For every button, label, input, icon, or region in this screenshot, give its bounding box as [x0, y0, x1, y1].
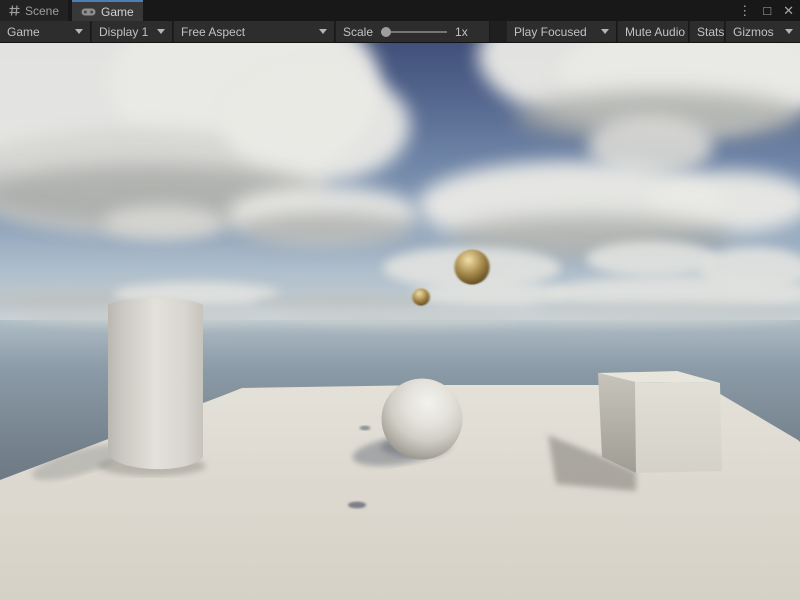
mute-audio-label: Mute Audio	[625, 25, 685, 39]
chevron-down-icon	[319, 29, 327, 34]
unity-editor-window: Scene Game ⋮ □ ✕ Game Display 1	[0, 0, 800, 600]
gizmos-dropdown[interactable]: Gizmos	[726, 21, 800, 42]
gizmos-label: Gizmos	[733, 25, 774, 39]
scale-label: Scale	[343, 25, 373, 39]
scale-slider[interactable]	[381, 27, 447, 37]
chevron-down-icon	[785, 29, 793, 34]
gold-sphere-large	[454, 249, 489, 284]
tab-game-label: Game	[101, 5, 134, 19]
game-mode-dropdown-label: Game	[7, 25, 40, 39]
gold-sphere-small	[412, 288, 429, 305]
game-view-toolbar: Game Display 1 Free Aspect Scale 1x Play…	[0, 21, 800, 43]
scene-objects	[0, 43, 800, 600]
close-icon[interactable]: ✕	[777, 3, 800, 19]
scene-grid-icon	[9, 5, 20, 16]
game-mode-dropdown[interactable]: Game	[0, 21, 91, 42]
stats-label: Stats	[697, 25, 724, 39]
cylinder	[108, 298, 203, 469]
display-dropdown-label: Display 1	[99, 25, 148, 39]
cube-front-face	[635, 382, 722, 473]
play-focused-label: Play Focused	[514, 25, 587, 39]
white-sphere	[382, 379, 463, 460]
mute-audio-button[interactable]: Mute Audio	[618, 21, 689, 42]
chevron-down-icon	[601, 29, 609, 34]
scale-control: Scale 1x	[336, 21, 490, 42]
tab-scene-label: Scene	[25, 4, 59, 18]
display-dropdown[interactable]: Display 1	[92, 21, 173, 42]
kebab-menu-icon[interactable]: ⋮	[732, 3, 757, 19]
gold-sphere-small-shadow	[360, 426, 371, 430]
play-focused-dropdown[interactable]: Play Focused	[507, 21, 617, 42]
gold-sphere-large-shadow	[348, 502, 366, 509]
chevron-down-icon	[75, 29, 83, 34]
maximize-icon[interactable]: □	[757, 3, 777, 18]
chevron-down-icon	[157, 29, 165, 34]
stats-button[interactable]: Stats	[690, 21, 725, 42]
gamepad-icon	[81, 7, 96, 17]
scale-slider-handle[interactable]	[381, 27, 391, 37]
aspect-ratio-dropdown-label: Free Aspect	[181, 25, 245, 39]
tab-scene[interactable]: Scene	[0, 0, 68, 21]
aspect-ratio-dropdown[interactable]: Free Aspect	[174, 21, 335, 42]
game-viewport[interactable]	[0, 43, 800, 600]
scale-value: 1x	[455, 25, 468, 39]
tab-bar: Scene Game ⋮ □ ✕	[0, 0, 800, 21]
tab-game[interactable]: Game	[72, 0, 143, 21]
